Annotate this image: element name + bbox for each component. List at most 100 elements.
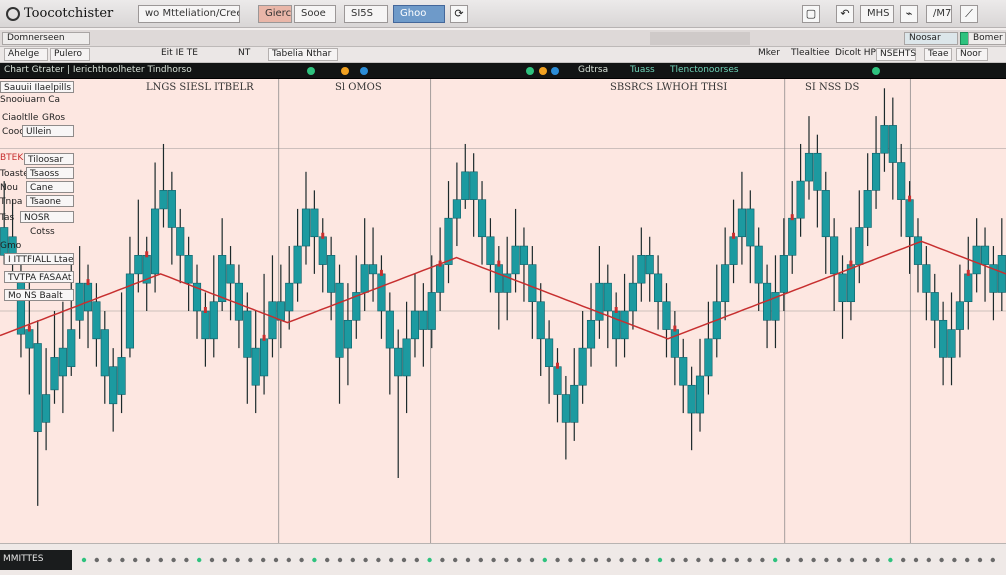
toolbar2-item-2[interactable]: Noosar [904,32,958,45]
candle-body [58,347,67,377]
tick-glyph [824,557,829,563]
tick-glyph [901,557,906,563]
candle-marker [908,195,912,202]
candle-body [335,282,344,358]
back-icon[interactable]: ↶ [836,5,854,23]
candle-body [327,255,336,293]
tick-glyph [145,557,151,563]
candle-body [737,208,746,238]
side-footer-1[interactable]: I ITTFIALL Ltae [4,253,74,265]
tick-glyph [952,557,957,563]
toolbar3-item-7[interactable]: Tlealtiee [788,48,830,61]
candle-body [452,199,461,219]
right-label-2[interactable]: /M7 [926,5,952,23]
right-label-1[interactable]: MHS [860,5,894,23]
candle-body [821,190,830,238]
side-header-1[interactable]: Sauuii Ilaelpills [0,81,74,93]
status-dot-icon-3 [872,67,880,75]
candle-body [117,357,126,395]
toolbar2-search[interactable] [650,32,750,45]
side-row-7[interactable]: Tsaone [26,195,74,207]
toolbar3-item-5[interactable]: Tabelia Nthar [268,48,338,61]
toolbar3-item-9[interactable]: NSEHTS [876,48,916,61]
menu-item-2[interactable]: Gierc [258,5,292,23]
side-row-6: Tnpa [0,197,23,207]
side-footer-2[interactable]: TVTPA FASAAt [4,271,74,283]
menu-item-5[interactable]: Ghoo [393,5,445,23]
candle-marker [497,260,501,267]
toolbar2-item-1[interactable]: Domnerseen [2,32,90,45]
resize-icon[interactable]: ▢ [802,5,820,23]
menu-item-1[interactable]: wo Mtteliation/Crees [138,5,240,23]
candle-body [67,329,76,367]
chart-area[interactable]: LNGS SIESL ITBELR Sl OMOS SBSRCS LWHOH T… [0,79,1006,543]
candle-marker [849,260,853,267]
tick-glyph [619,557,624,563]
candle-body [695,375,705,414]
candle-body [679,357,688,386]
candle-body [871,152,881,191]
tick-glyph [235,557,240,563]
candle-body [184,255,193,284]
tick-glyph [542,557,547,563]
toolbar3-item-2[interactable]: Pulero [50,48,90,61]
toolbar3-item-3[interactable]: Eit IE TE [158,48,210,61]
chart-label-2: Sl OMOS [335,82,382,93]
tick-glyph [427,557,432,563]
bottom-tag[interactable]: MMITTES [0,550,72,570]
tick-glyph [350,557,355,563]
tick-glyph [568,557,573,563]
tick-glyph [222,557,227,563]
candle-body [721,264,730,303]
chart-title-left: Chart Gtrater | Ierichthoolheter Tindhor… [4,65,192,75]
candle-body [50,357,59,391]
candle-body [637,255,646,284]
side-footer-3[interactable]: Mo NS Baalt [4,289,74,301]
pin-icon[interactable]: ⌁ [900,5,918,23]
candle-body [729,236,738,265]
app-title: Toocotchister [24,6,114,21]
menu-item-4[interactable]: SI5S [344,5,388,23]
toolbar3-item-8[interactable]: Dicolt HP [832,48,876,61]
side-row-2: Toaste [0,169,29,179]
candle-marker [321,232,325,239]
tick-glyph [312,557,317,563]
tick-glyph [785,557,791,563]
warning-dot-icon [341,67,349,75]
candle-body [519,245,529,265]
toolbar3-item-1[interactable]: Ahelge [4,48,48,61]
toolbar2-item-3[interactable]: Bomer [968,32,1006,45]
candle-marker [27,325,31,332]
candle-marker [145,251,149,258]
candle-body [553,366,562,395]
candlestick-chart[interactable]: LNGS SIESL ITBELR Sl OMOS SBSRCS LWHOH T… [0,79,1006,543]
side-row-9[interactable]: NOSR [20,211,74,223]
chart-title-mid: Gdtrsa [578,65,609,75]
tick-glyph [683,557,688,563]
trend-icon[interactable]: ⟋ [960,5,978,23]
side-row-3[interactable]: Tsaoss [26,167,74,179]
side-row-4: Nou [0,183,18,193]
candle-body [436,264,445,293]
toolbar3-item-6[interactable]: Mker [755,48,785,61]
toolbar3-item-10[interactable]: Teae [924,48,952,61]
candle-body [578,347,587,386]
tick-glyph [747,557,752,563]
candle-body [662,301,671,330]
candle-body [209,301,218,340]
candle-body [301,208,311,247]
candle-body [394,347,403,377]
toolbar3-item-11[interactable]: Noor [956,48,988,61]
toolbar3-item-4[interactable]: NT [235,48,253,61]
side-row-a4[interactable]: Ullein [22,125,74,137]
refresh-icon[interactable]: ⟳ [450,5,468,23]
candle-body [511,245,520,275]
menu-item-3[interactable]: Sooe [294,5,336,23]
tick-glyph [261,557,266,563]
tick-glyph [209,557,215,563]
side-row-1[interactable]: Tiloosar [24,153,74,165]
chart-title-bar: Chart Gtrater | Ierichthoolheter Tindhor… [0,63,1006,79]
candle-body [628,282,638,312]
candle-body [477,199,487,238]
side-row-5[interactable]: Cane [26,181,74,193]
